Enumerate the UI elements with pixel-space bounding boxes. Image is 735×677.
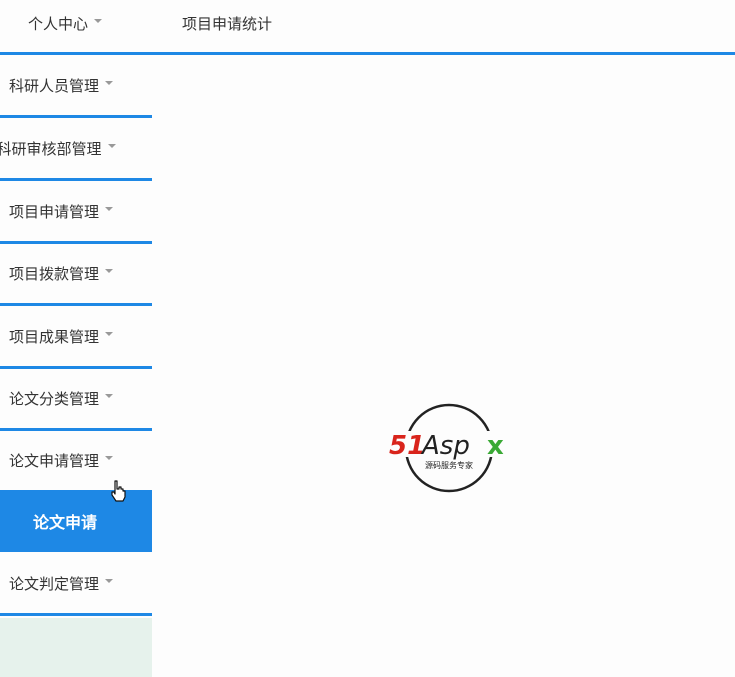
chevron-down-icon [105,332,113,336]
logo-text-dark: Asp [420,431,470,461]
sidebar-item-label: 项目成果管理 [8,327,99,346]
sidebar-item-label: 科研人员管理 [8,76,99,95]
sidebar-item-label: 项目拨款管理 [8,264,99,283]
watermark-logo: 51 Asp x 源码服务专家 [388,403,510,493]
sidebar-item-review-department-management[interactable]: 科研审核部管理 [0,118,162,181]
chevron-down-icon [105,81,113,85]
sidebar-item-paper-judgement-management[interactable]: 论文判定管理 [0,553,167,616]
logo-tagline: 源码服务专家 [425,460,473,470]
user-center-menu[interactable]: 个人中心 [0,0,130,46]
sidebar-item-label: 论文申请管理 [8,451,99,470]
chevron-down-icon [105,269,113,273]
logo-text-green: x [487,431,504,461]
chevron-down-icon [105,579,113,583]
hand-cursor-icon [111,480,126,502]
sidebar-item-project-application-management[interactable]: 项目申请管理 [0,181,167,244]
user-center-label: 个人中心 [27,14,88,33]
app-window: 个人中心 项目申请统计 科研人员管理 科研审核部管理 项目申请管理 项目拨款管理… [0,0,735,677]
sidebar-item-project-funding-management[interactable]: 项目拨款管理 [0,243,167,306]
sidebar: 科研人员管理 科研审核部管理 项目申请管理 项目拨款管理 项目成果管理 论文分类… [0,55,167,677]
logo-text-red: 51 [389,431,425,461]
sidebar-item-paper-application-management[interactable]: 论文申请管理 [0,430,167,493]
top-bar: 个人中心 项目申请统计 [0,0,735,55]
sidebar-item-researcher-management[interactable]: 科研人员管理 [0,55,167,118]
sidebar-item-project-results-management[interactable]: 项目成果管理 [0,306,167,369]
sidebar-item-label: 论文判定管理 [8,574,99,593]
sidebar-item-label: 项目申请管理 [8,202,99,221]
sidebar-bottom-area [0,618,152,677]
chevron-down-icon [105,394,113,398]
sidebar-item-paper-category-management[interactable]: 论文分类管理 [0,368,167,431]
page-title: 项目申请统计 [182,14,273,33]
sidebar-subitem-paper-application[interactable]: 论文申请 [0,490,152,552]
chevron-down-icon [105,207,113,211]
main-content [152,55,735,677]
sidebar-item-label: 科研审核部管理 [0,139,102,158]
chevron-down-icon [105,456,113,460]
sidebar-subitem-label: 论文申请 [32,513,97,532]
chevron-down-icon [94,19,102,23]
sidebar-item-label: 论文分类管理 [8,389,99,408]
chevron-down-icon [107,144,116,148]
